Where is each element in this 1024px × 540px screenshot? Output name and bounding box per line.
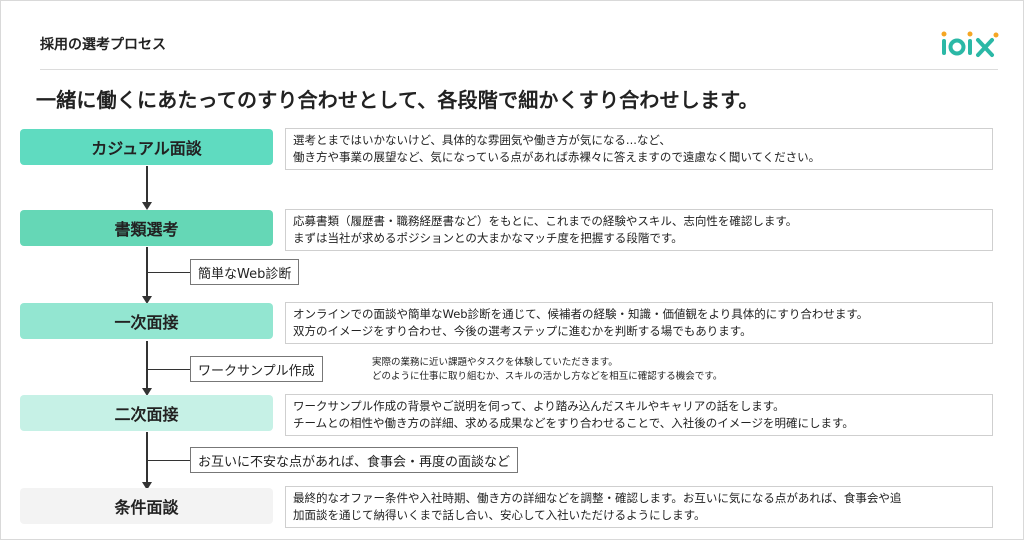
stage-document-screening: 書類選考	[20, 210, 273, 246]
branch-line	[147, 272, 190, 273]
header-divider	[40, 69, 998, 70]
stage-first-interview: 一次面接	[20, 303, 273, 339]
connector-line	[146, 341, 148, 390]
stage-label: 書類選考	[114, 220, 179, 239]
stage-label: 一次面接	[114, 313, 179, 332]
stage-description: 選考とまではいかないけど、具体的な雰囲気や働き方が気になる...など、 働き方や…	[285, 128, 993, 170]
stage-casual-interview: カジュアル面談	[20, 129, 273, 165]
stage-description: 最終的なオファー条件や入社時期、働き方の詳細などを調整・確認します。お互いに気に…	[285, 486, 993, 528]
sub-step-dinner-meeting: お互いに不安な点があれば、食事会・再度の面談など	[190, 447, 519, 473]
sub-step-web-assessment: 簡単なWeb診断	[190, 259, 300, 285]
page-title: 採用の選考プロセス	[40, 37, 166, 53]
stage-offer-interview: 条件面談	[20, 488, 273, 524]
stage-label: 二次面接	[114, 405, 179, 424]
branch-line	[147, 460, 190, 461]
stage-label: 条件面談	[114, 498, 179, 517]
work-sample-note: 実際の業務に近い課題やタスクを体験していただきます。 どのように仕事に取り組むか…	[372, 357, 723, 382]
stage-label: カジュアル面談	[91, 139, 202, 158]
branch-line	[147, 369, 190, 370]
connector-line	[146, 166, 148, 204]
stage-description: ワークサンプル作成の背景やご説明を伺って、より踏み込んだスキルやキャリアの話をし…	[285, 394, 993, 436]
stage-second-interview: 二次面接	[20, 395, 273, 431]
stage-description: オンラインでの面談や簡単なWeb診断を通じて、候補者の経験・知識・価値観をより具…	[285, 302, 993, 344]
connector-line	[146, 432, 148, 484]
stage-description: 応募書類（履歴書・職務経歴書など）をもとに、これまでの経験やスキル、志向性を確認…	[285, 209, 993, 251]
arrow-down-icon	[142, 202, 152, 210]
sub-step-work-sample: ワークサンプル作成	[190, 356, 323, 382]
headline: 一緒に働くにあたってのすり合わせとして、各段階で細かくすり合わせします。	[36, 88, 759, 112]
company-logo	[941, 31, 999, 57]
